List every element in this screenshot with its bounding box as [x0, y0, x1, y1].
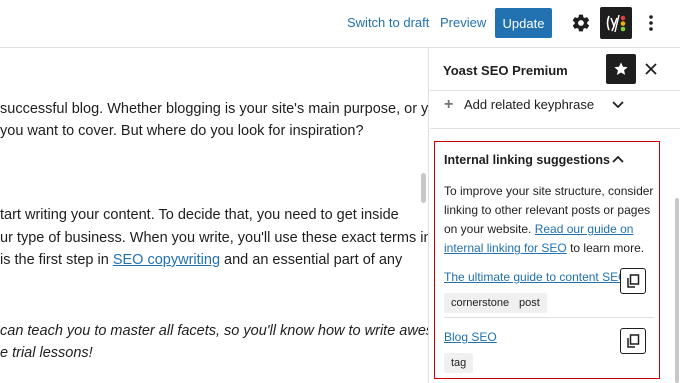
internal-linking-title[interactable]: Internal linking suggestions: [444, 153, 610, 167]
preview-button[interactable]: Preview: [440, 15, 486, 30]
internal-linking-description: To improve your site structure, consider…: [444, 184, 654, 255]
editor-content[interactable]: successful blog. Whether blogging is you…: [0, 48, 429, 383]
tag-badge: tag: [444, 353, 474, 373]
paragraph-line: tart writing your content. To decide tha…: [0, 207, 399, 223]
chevron-down-icon[interactable]: [611, 97, 625, 111]
add-keyphrase-label: Add related keyphrase: [464, 97, 595, 112]
star-icon[interactable]: [606, 54, 636, 84]
editor-toolbar: Switch to draft Preview Update: [0, 0, 680, 48]
sidebar-title: Yoast SEO Premium: [443, 63, 568, 78]
divider: [430, 128, 680, 129]
paragraph-line: e trial lessons!: [0, 345, 93, 361]
kebab-menu-icon[interactable]: [645, 13, 657, 33]
plus-icon: +: [444, 96, 454, 113]
divider: [444, 317, 654, 318]
gear-icon[interactable]: [571, 13, 591, 33]
copy-link-button[interactable]: [620, 328, 646, 354]
yoast-logo-icon[interactable]: [600, 7, 632, 39]
paragraph-line: successful blog. Whether blogging is you…: [0, 101, 429, 117]
copy-link-button[interactable]: [620, 268, 646, 294]
chevron-up-icon[interactable]: [611, 153, 625, 167]
switch-to-draft-button[interactable]: Switch to draft: [347, 15, 429, 30]
internal-linking-panel: Internal linking suggestions To improve …: [434, 141, 660, 379]
copy-icon: [627, 274, 640, 288]
editor-scrollbar[interactable]: [421, 173, 426, 203]
paragraph-line: is the first step in SEO copywriting and…: [0, 252, 403, 268]
tag-badge: post: [512, 293, 547, 313]
seo-copywriting-link[interactable]: SEO copywriting: [113, 252, 220, 268]
close-icon[interactable]: [643, 61, 659, 77]
divider: [430, 90, 680, 91]
paragraph-line: ur type of business. When you write, you…: [0, 230, 429, 246]
copy-icon: [627, 334, 640, 348]
suggestion-link[interactable]: Blog SEO: [444, 330, 497, 344]
paragraph-line: you want to cover. But where do you look…: [0, 123, 364, 139]
tag-badge: cornerstone: [444, 293, 517, 313]
yoast-sidebar: Yoast SEO Premium + Add related keyphras…: [430, 48, 680, 383]
sidebar-scrollbar[interactable]: [675, 198, 679, 383]
suggestion-link[interactable]: The ultimate guide to content SEO: [444, 270, 627, 284]
paragraph-line: can teach you to master all facets, so y…: [0, 323, 429, 339]
update-button[interactable]: Update: [495, 8, 552, 38]
